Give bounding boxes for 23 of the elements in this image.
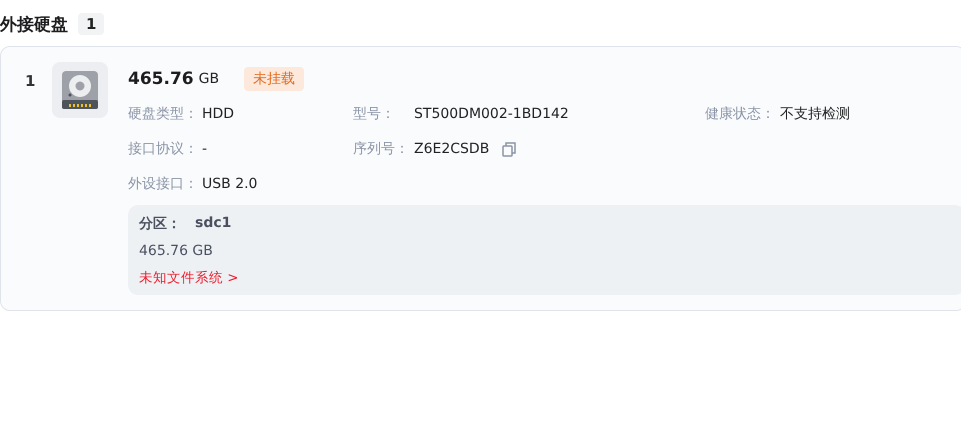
count-badge: 1 [78,13,104,35]
disk-capacity: 465.76 [128,69,194,89]
partition-label: 分区： [139,215,181,233]
filesystem-link[interactable]: 未知文件系统 > [139,270,239,286]
field-value: ST500DM002-1BD142 [414,106,569,122]
field-label: 健康状态： [705,104,776,122]
field-value: Z6E2CSDB [414,140,490,156]
field-label: 接口协议： [128,140,199,158]
field-label: 序列号： [353,140,410,158]
field-label: 硬盘类型： [128,104,199,122]
partition-size: 465.76 GB [139,243,214,259]
field-value: USB 2.0 [202,176,258,192]
field-label: 外设接口： [128,174,199,192]
hard-drive-icon [61,70,99,110]
partition-name: sdc1 [195,215,232,233]
capacity-unit: GB [198,71,220,87]
disk-index: 1 [24,72,36,92]
field-label: 型号： [353,104,396,122]
field-value: - [202,140,208,156]
copy-icon[interactable] [501,140,518,156]
field-value: HDD [202,106,234,122]
field-value: 不支持检测 [780,104,850,122]
mount-status-badge: 未挂载 [244,67,304,91]
